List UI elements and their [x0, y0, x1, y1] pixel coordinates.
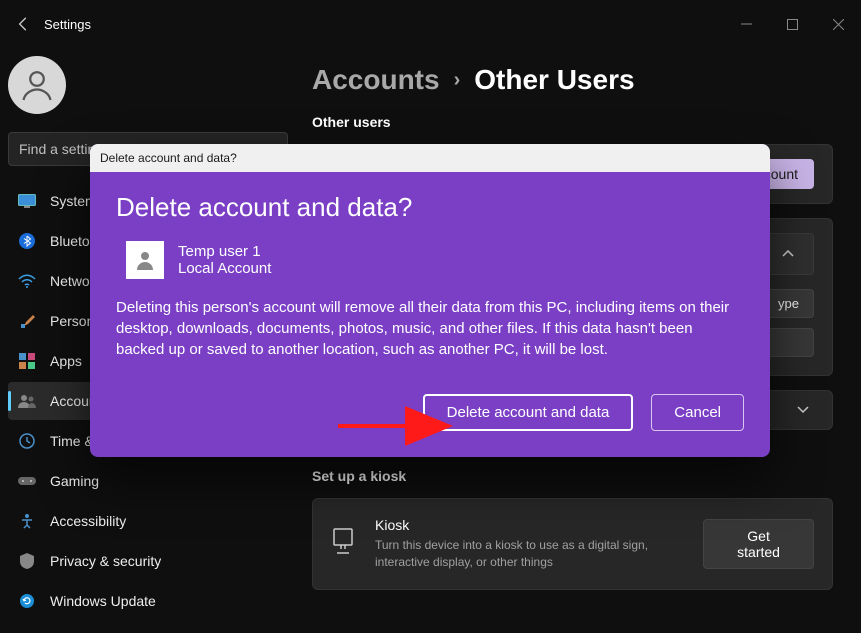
breadcrumb-current: Other Users	[474, 64, 634, 96]
window-controls	[723, 8, 861, 40]
brush-icon	[18, 312, 36, 330]
app-title: Settings	[44, 17, 91, 32]
user-avatar[interactable]	[8, 56, 66, 114]
back-button[interactable]	[8, 8, 40, 40]
kiosk-card: Kiosk Turn this device into a kiosk to u…	[312, 498, 833, 590]
chevron-down-icon	[792, 401, 814, 419]
update-icon	[18, 592, 36, 610]
person-icon	[19, 67, 55, 103]
section-other-users: Other users	[312, 114, 833, 130]
dialog-message: Deleting this person's account will remo…	[116, 297, 744, 360]
section-kiosk: Set up a kiosk	[312, 468, 833, 484]
gaming-icon	[18, 472, 36, 490]
titlebar: Settings	[0, 0, 861, 48]
display-icon	[18, 192, 36, 210]
dialog-heading: Delete account and data?	[116, 192, 744, 223]
breadcrumb-parent[interactable]: Accounts	[312, 64, 440, 96]
kiosk-icon	[331, 527, 355, 560]
dialog-user-avatar	[126, 241, 164, 279]
dialog-user-name: Temp user 1	[178, 243, 271, 260]
dialog-titlebar: Delete account and data?	[90, 144, 770, 172]
kiosk-desc: Turn this device into a kiosk to use as …	[375, 537, 683, 571]
bluetooth-icon	[18, 232, 36, 250]
shield-icon	[18, 552, 36, 570]
delete-account-dialog: Delete account and data? Delete account …	[90, 144, 770, 457]
chevron-up-icon	[782, 250, 794, 258]
person-icon	[133, 248, 157, 272]
minimize-icon	[741, 19, 752, 30]
arrow-left-icon	[17, 17, 31, 31]
get-started-button[interactable]: Get started	[703, 519, 814, 569]
accessibility-icon	[18, 512, 36, 530]
apps-icon	[18, 352, 36, 370]
nav-accessibility[interactable]: Accessibility	[8, 502, 288, 540]
accounts-icon	[18, 392, 36, 410]
nav-privacy[interactable]: Privacy & security	[8, 542, 288, 580]
chevron-right-icon: ›	[454, 69, 461, 92]
breadcrumb: Accounts › Other Users	[312, 64, 833, 96]
wifi-icon	[18, 272, 36, 290]
minimize-button[interactable]	[723, 8, 769, 40]
close-button[interactable]	[815, 8, 861, 40]
maximize-button[interactable]	[769, 8, 815, 40]
clock-icon	[18, 432, 36, 450]
nav-windows-update[interactable]: Windows Update	[8, 582, 288, 620]
cancel-button[interactable]: Cancel	[651, 394, 744, 431]
dialog-user-type: Local Account	[178, 260, 271, 277]
maximize-icon	[787, 19, 798, 30]
dialog-user-row: Temp user 1 Local Account	[126, 241, 744, 279]
close-icon	[833, 19, 844, 30]
delete-confirm-button[interactable]: Delete account and data	[423, 394, 634, 431]
kiosk-title: Kiosk	[375, 517, 683, 533]
nav-gaming[interactable]: Gaming	[8, 462, 288, 500]
